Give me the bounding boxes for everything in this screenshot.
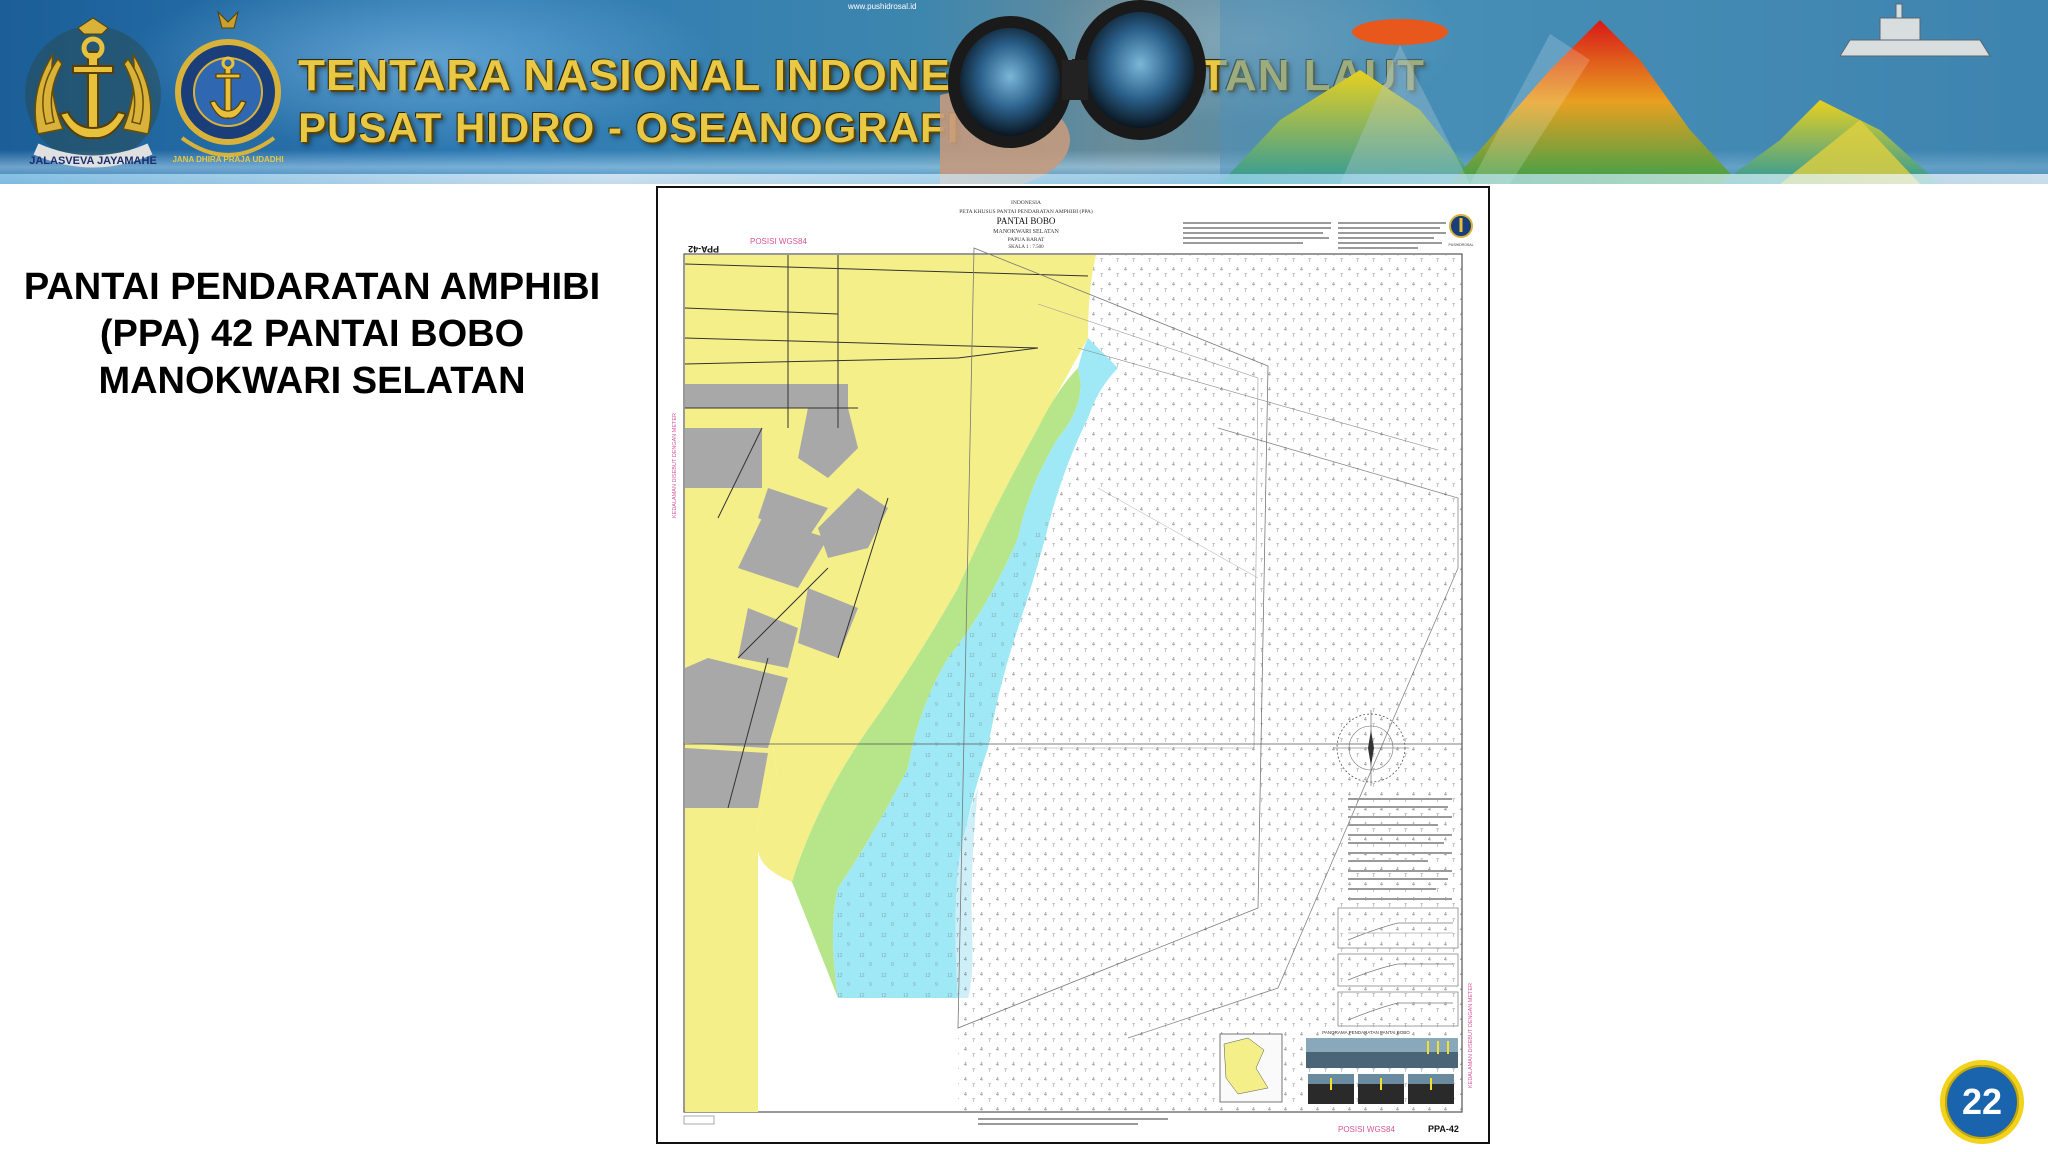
svg-text:PUSHIDROSAL: PUSHIDROSAL xyxy=(1448,243,1473,247)
slide-title-line-1: PANTAI PENDARATAN AMPHIBI xyxy=(23,266,601,308)
banner-url: www.pushidrosal.id xyxy=(848,2,917,11)
chart-header-country: INDONESIA xyxy=(1011,200,1041,206)
binoculars-photo-icon xyxy=(940,0,1206,184)
banner-subtitle: PUSAT HIDRO - OSEANOGRAFI xyxy=(298,104,960,151)
navy-anchor-emblem-icon: JALASVEVA JAYAMAHE xyxy=(25,17,161,168)
chart-notes-block xyxy=(1183,222,1446,249)
chart-code-bottom: PPA-42 xyxy=(1428,1124,1459,1134)
banner-wave xyxy=(0,174,2048,184)
chart-footer-notes xyxy=(978,1118,1168,1125)
page-number: 22 xyxy=(1961,1081,2003,1122)
inset-location-map xyxy=(1219,1033,1283,1103)
hydro-oceanographic-emblem-icon: JANA DHIRA PRAJA UDADHI xyxy=(172,10,284,164)
chart-header: INDONESIA PETA KHUSUS PANTAI PENDARATAN … xyxy=(688,200,1473,254)
seabed-terrain-illustration-icon xyxy=(1220,0,2048,184)
slide-title-line-3: MANOKWARI SELATAN xyxy=(98,360,526,402)
posisi-top-label: POSISI WGS84 xyxy=(750,237,807,246)
slide-title-line-2: (PPA) 42 PANTAI BOBO xyxy=(99,313,525,355)
chart-header-place: PANTAI BOBO xyxy=(997,216,1056,226)
emblem-left-motto: JALASVEVA JAYAMAHE xyxy=(29,155,157,167)
side-label-right: KEDALAMAN DISEBUT DENGAN METER xyxy=(1468,983,1474,1088)
side-label-left: KEDALAMAN DISEBUT DENGAN METER xyxy=(672,413,678,518)
nautical-chart: INDONESIA PETA KHUSUS PANTAI PENDARATAN … xyxy=(656,186,1490,1144)
chart-scale-bar xyxy=(683,1115,715,1125)
chart-header-type: PETA KHUSUS PANTAI PENDARATAN AMPHIBI (P… xyxy=(959,208,1093,215)
slide-title: PANTAI PENDARATAN AMPHIBI (PPA) 42 PANTA… xyxy=(8,264,616,405)
posisi-bottom-label: POSISI WGS84 xyxy=(1338,1125,1395,1134)
chart-header-region: MANOKWARI SELATAN xyxy=(993,229,1059,235)
header-banner: JALASVEVA JAYAMAHE JANA DHIRA PRAJA UDAD… xyxy=(0,0,2048,184)
chart-header-province: PAPUA BARAT xyxy=(1008,237,1045,243)
emblem-right-motto: JANA DHIRA PRAJA UDADHI xyxy=(172,155,283,164)
nautical-chart-drawing: INDONESIA PETA KHUSUS PANTAI PENDARATAN … xyxy=(672,200,1474,1134)
panorama-label: PANORAMA PENDARATAN PANTAI BOBO xyxy=(1322,1030,1410,1035)
chart-code-top: PPA-42 xyxy=(688,244,719,254)
landing-panorama-photos: PANORAMA PENDARATAN PANTAI BOBO xyxy=(1306,1030,1458,1104)
chart-emblem-icon: PUSHIDROSAL xyxy=(1448,214,1474,247)
page-number-badge: 22 xyxy=(1940,1060,2024,1144)
chart-header-scale: SKALA 1 : 7.500 xyxy=(1008,245,1044,250)
